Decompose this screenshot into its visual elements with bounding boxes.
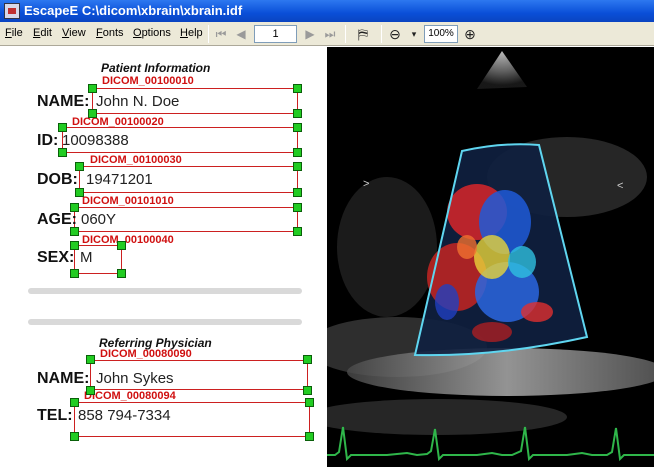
resize-handle[interactable] bbox=[70, 398, 79, 407]
resize-handle[interactable] bbox=[70, 269, 79, 278]
app-window: EscapeE C:\dicom\xbrain\xbrain.idf File … bbox=[0, 0, 654, 467]
resize-handle[interactable] bbox=[117, 241, 126, 250]
menu-edit[interactable]: Edit bbox=[33, 27, 52, 39]
resize-handle[interactable] bbox=[293, 203, 302, 212]
patient-id-value: 10098388 bbox=[62, 132, 129, 149]
patient-id-label: ID: bbox=[37, 132, 59, 149]
field-tag: DICOM_00080094 bbox=[84, 390, 176, 402]
resize-handle[interactable] bbox=[58, 123, 67, 132]
resize-handle[interactable] bbox=[305, 398, 314, 407]
resize-handle[interactable] bbox=[293, 162, 302, 171]
image-marker-right: < bbox=[617, 180, 623, 192]
resize-handle[interactable] bbox=[70, 227, 79, 236]
menu-help[interactable]: Help bbox=[180, 27, 203, 39]
toolbar-separator bbox=[345, 25, 346, 43]
resize-handle[interactable] bbox=[88, 109, 97, 118]
app-icon bbox=[4, 3, 20, 19]
zoom-dropdown-icon[interactable]: ▾ bbox=[407, 25, 421, 43]
field-tag: DICOM_00100010 bbox=[102, 75, 194, 87]
patient-info-header: Patient Information bbox=[101, 61, 211, 75]
binoculars-icon[interactable]: ⛿ bbox=[352, 25, 374, 43]
resize-handle[interactable] bbox=[293, 148, 302, 157]
menu-options[interactable]: Options bbox=[133, 27, 171, 39]
patient-sex-label: SEX: bbox=[37, 249, 75, 266]
resize-handle[interactable] bbox=[70, 432, 79, 441]
resize-handle[interactable] bbox=[117, 269, 126, 278]
section-divider bbox=[28, 288, 302, 294]
zoom-level-input[interactable]: 100% bbox=[424, 25, 458, 43]
resize-handle[interactable] bbox=[58, 148, 67, 157]
resize-handle[interactable] bbox=[293, 188, 302, 197]
zoom-in-icon[interactable]: ⊕ bbox=[461, 25, 479, 43]
prev-page-icon[interactable]: ◀ bbox=[233, 25, 249, 43]
title-bar[interactable]: EscapeE C:\dicom\xbrain\xbrain.idf bbox=[0, 0, 654, 22]
toolbar-separator bbox=[208, 25, 209, 43]
field-tag: DICOM_00080090 bbox=[100, 348, 192, 360]
patient-dob-label: DOB: bbox=[37, 171, 78, 188]
physician-name-value: John Sykes bbox=[96, 370, 174, 387]
resize-handle[interactable] bbox=[88, 84, 97, 93]
resize-handle[interactable] bbox=[293, 84, 302, 93]
resize-handle[interactable] bbox=[293, 227, 302, 236]
echo-image: > < bbox=[327, 47, 654, 467]
physician-name-label: NAME: bbox=[37, 370, 90, 387]
page-number-input[interactable]: 1 bbox=[254, 25, 297, 43]
patient-sex-value: M bbox=[80, 249, 93, 266]
field-tag: DICOM_00101010 bbox=[82, 195, 174, 207]
patient-age-value: 060Y bbox=[81, 211, 117, 228]
patient-dob-value: 19471201 bbox=[86, 171, 153, 188]
first-page-icon[interactable]: ⏮ bbox=[213, 25, 229, 43]
form-panel: Patient Information DICOM_00100010 NAME:… bbox=[0, 47, 327, 467]
section-divider bbox=[28, 319, 302, 325]
resize-handle[interactable] bbox=[303, 355, 312, 364]
patient-name-label: NAME: bbox=[37, 93, 90, 110]
ultrasound-image-panel[interactable]: > < bbox=[327, 47, 654, 467]
menu-file[interactable]: File bbox=[5, 27, 23, 39]
physician-tel-value: 858 794-7334 bbox=[78, 407, 171, 424]
resize-handle[interactable] bbox=[86, 355, 95, 364]
physician-tel-label: TEL: bbox=[37, 407, 73, 424]
resize-handle[interactable] bbox=[70, 241, 79, 250]
resize-handle[interactable] bbox=[75, 188, 84, 197]
zoom-out-icon[interactable]: ⊖ bbox=[386, 25, 404, 43]
patient-name-value: John N. Doe bbox=[96, 93, 180, 110]
toolbar-separator bbox=[381, 25, 382, 43]
resize-handle[interactable] bbox=[303, 386, 312, 395]
resize-handle[interactable] bbox=[293, 123, 302, 132]
resize-handle[interactable] bbox=[70, 203, 79, 212]
field-tag: DICOM_00100030 bbox=[90, 154, 182, 166]
menu-toolbar: File Edit View Fonts Options Help ⏮ ◀ 1 … bbox=[0, 22, 654, 46]
menu-view[interactable]: View bbox=[62, 27, 86, 39]
menu-fonts[interactable]: Fonts bbox=[96, 27, 124, 39]
resize-handle[interactable] bbox=[293, 109, 302, 118]
resize-handle[interactable] bbox=[305, 432, 314, 441]
window-title: EscapeE C:\dicom\xbrain\xbrain.idf bbox=[24, 3, 243, 18]
resize-handle[interactable] bbox=[86, 386, 95, 395]
posterior-wall bbox=[347, 348, 654, 396]
last-page-icon[interactable]: ⏭ bbox=[322, 25, 338, 43]
image-marker-left: > bbox=[363, 178, 369, 190]
resize-handle[interactable] bbox=[75, 162, 84, 171]
next-page-icon[interactable]: ▶ bbox=[302, 25, 318, 43]
